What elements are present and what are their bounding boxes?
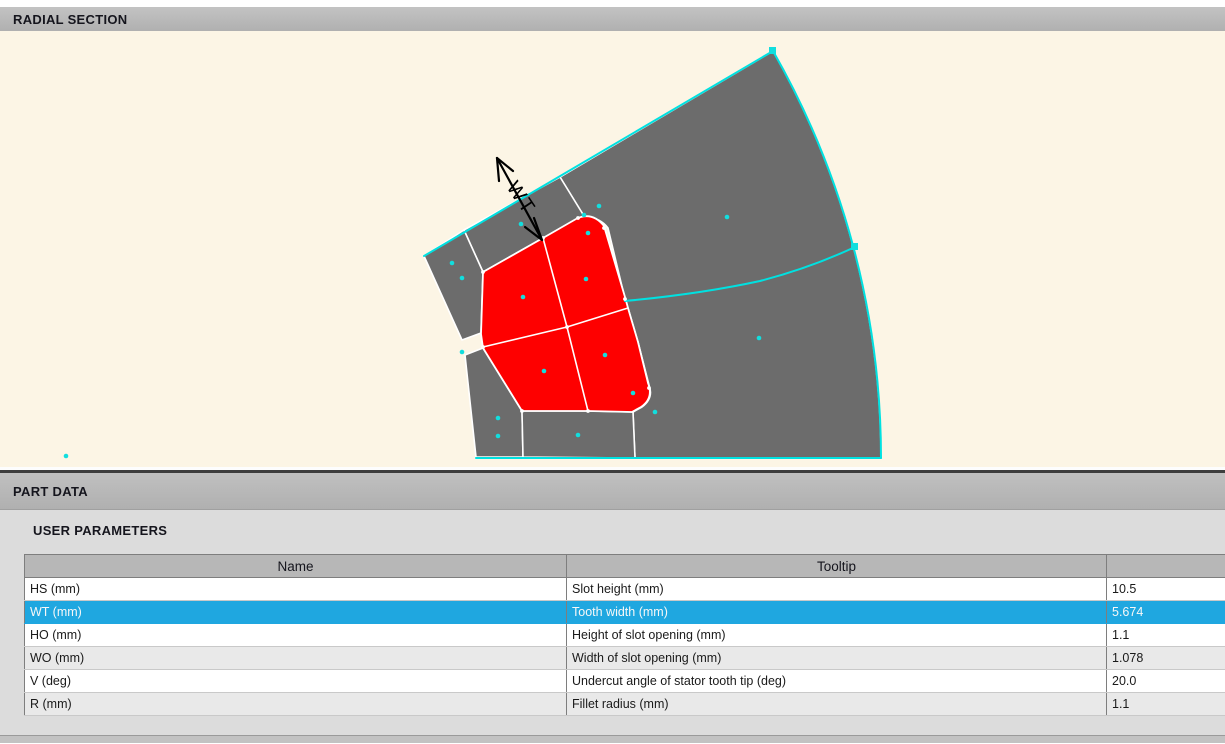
column-header-value[interactable] — [1107, 555, 1225, 578]
table-row[interactable]: R (mm) Fillet radius (mm) 1.1 — [25, 693, 1225, 716]
table-row[interactable]: HO (mm) Height of slot opening (mm) 1.1 — [25, 624, 1225, 647]
param-tooltip[interactable]: Height of slot opening (mm) — [567, 624, 1107, 647]
column-header-name[interactable]: Name — [25, 555, 567, 578]
part-data-title: PART DATA — [13, 484, 88, 499]
param-value[interactable]: 5.674 — [1107, 601, 1225, 624]
param-value[interactable]: 1.1 — [1107, 693, 1225, 716]
table-row[interactable]: HS (mm) Slot height (mm) 10.5 — [25, 578, 1225, 601]
param-name[interactable]: HO (mm) — [25, 624, 567, 647]
param-value[interactable]: 1.1 — [1107, 624, 1225, 647]
table-header-row: Name Tooltip — [25, 555, 1225, 578]
column-header-tooltip[interactable]: Tooltip — [567, 555, 1107, 578]
next-section-edge — [0, 735, 1225, 743]
table-row[interactable]: WO (mm) Width of slot opening (mm) 1.078 — [25, 647, 1225, 670]
user-parameters-table[interactable]: Name Tooltip HS (mm) Slot height (mm) 10… — [24, 554, 1225, 716]
window-top-gap — [0, 0, 1225, 7]
part-data-panel: USER PARAMETERS Name Tooltip HS (mm) Slo… — [0, 510, 1225, 743]
table-row-selected[interactable]: WT (mm) Tooth width (mm) 5.674 — [25, 601, 1225, 624]
param-name[interactable]: V (deg) — [25, 670, 567, 693]
param-tooltip[interactable]: Slot height (mm) — [567, 578, 1107, 601]
param-name[interactable]: HS (mm) — [25, 578, 567, 601]
stator-slot-drawing[interactable]: WT — [0, 31, 1225, 467]
param-name[interactable]: WO (mm) — [25, 647, 567, 670]
param-tooltip[interactable]: Width of slot opening (mm) — [567, 647, 1107, 670]
param-value[interactable]: 1.078 — [1107, 647, 1225, 670]
param-value[interactable]: 20.0 — [1107, 670, 1225, 693]
part-data-titlebar[interactable]: PART DATA — [0, 473, 1225, 510]
user-parameters-title: USER PARAMETERS — [33, 523, 167, 538]
radial-section-titlebar[interactable]: RADIAL SECTION — [0, 7, 1225, 31]
table-row[interactable]: V (deg) Undercut angle of stator tooth t… — [25, 670, 1225, 693]
param-value[interactable]: 10.5 — [1107, 578, 1225, 601]
param-tooltip[interactable]: Undercut angle of stator tooth tip (deg) — [567, 670, 1107, 693]
user-parameters-table-wrap: Name Tooltip HS (mm) Slot height (mm) 10… — [24, 554, 1225, 716]
param-name[interactable]: R (mm) — [25, 693, 567, 716]
param-tooltip[interactable]: Fillet radius (mm) — [567, 693, 1107, 716]
param-tooltip[interactable]: Tooth width (mm) — [567, 601, 1107, 624]
radial-section-title: RADIAL SECTION — [13, 12, 127, 27]
radial-section-viewport[interactable]: WT — [0, 31, 1225, 467]
param-name[interactable]: WT (mm) — [25, 601, 567, 624]
